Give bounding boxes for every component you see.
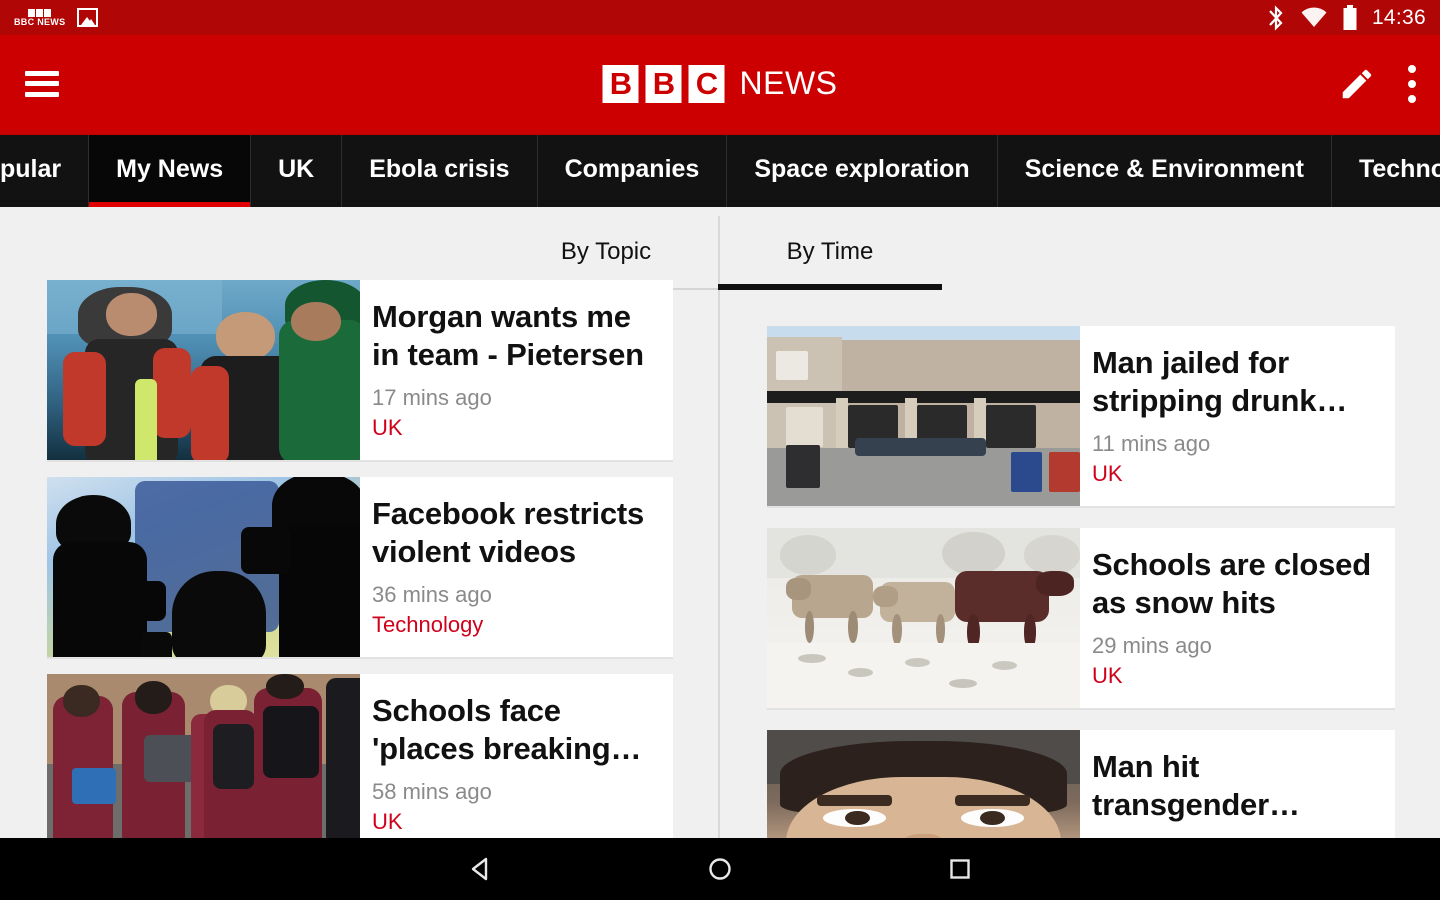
tab-label: Ebola crisis bbox=[369, 155, 510, 183]
article-card[interactable]: Schools are closed as snow hits 29 mins … bbox=[767, 528, 1395, 709]
tab-ebola-crisis[interactable]: Ebola crisis bbox=[342, 132, 538, 207]
article-timestamp: 17 mins ago bbox=[372, 384, 492, 410]
article-timestamp: 29 mins ago bbox=[1092, 632, 1212, 658]
tab-companies[interactable]: Companies bbox=[538, 132, 728, 207]
sub-tab-underline bbox=[718, 284, 942, 290]
category-tab-bar[interactable]: pular My News UK Ebola crisis Companies … bbox=[0, 132, 1440, 207]
overflow-menu-icon[interactable] bbox=[1404, 61, 1416, 107]
by-time-article-list: Man jailed for stripping drunk… 11 mins … bbox=[720, 326, 1440, 838]
sub-tab-by-time[interactable]: By Time bbox=[718, 216, 942, 290]
article-card[interactable]: Facebook restricts violent videos 36 min… bbox=[47, 477, 673, 658]
article-card[interactable]: Man hit transgender… bbox=[767, 730, 1395, 838]
article-thumbnail-ponies-in-snow bbox=[767, 528, 1080, 708]
article-card[interactable]: Schools face 'places breaking… 58 mins a… bbox=[47, 674, 673, 838]
article-thumbnail-facebook-silhouettes bbox=[47, 477, 360, 657]
article-category: Technology bbox=[372, 611, 484, 637]
status-bar: BBC NEWS 14:36 bbox=[0, 0, 1440, 35]
article-category: UK bbox=[1092, 460, 1123, 486]
tab-popular[interactable]: pular bbox=[0, 132, 90, 207]
android-screen: BBC NEWS 14:36 B B C NEWS pular My News … bbox=[0, 0, 1440, 900]
article-text: Morgan wants me in team - Pietersen 17 m… bbox=[360, 280, 673, 460]
article-category: UK bbox=[1092, 662, 1123, 688]
bbc-news-logo: B B C NEWS bbox=[602, 64, 838, 103]
article-text: Man jailed for stripping drunk… 11 mins … bbox=[1080, 326, 1395, 506]
article-headline: Schools are closed as snow hits bbox=[1092, 547, 1371, 620]
image-download-notification-icon bbox=[77, 8, 99, 27]
battery-icon bbox=[1342, 4, 1358, 31]
home-circle-icon[interactable] bbox=[600, 854, 840, 884]
logo-letter-b2: B bbox=[645, 64, 682, 103]
article-category: UK bbox=[372, 414, 403, 440]
article-card[interactable]: Man jailed for stripping drunk… 11 mins … bbox=[767, 326, 1395, 507]
article-headline: Facebook restricts violent videos bbox=[372, 496, 645, 569]
android-navigation-bar bbox=[0, 838, 1440, 900]
article-thumbnail-coopers-shopfront bbox=[767, 326, 1080, 506]
tab-label: Companies bbox=[564, 155, 700, 183]
sub-tab-by-topic[interactable]: By Topic bbox=[494, 216, 718, 290]
article-text: Man hit transgender… bbox=[1080, 730, 1395, 838]
by-topic-article-list: Morgan wants me in team - Pietersen 17 m… bbox=[0, 280, 718, 838]
tab-space-exploration[interactable]: Space exploration bbox=[727, 132, 998, 207]
article-category: UK bbox=[372, 808, 403, 834]
recents-square-icon[interactable] bbox=[840, 854, 1080, 884]
sub-tab-label: By Topic bbox=[560, 238, 652, 265]
article-headline: Morgan wants me in team - Pietersen bbox=[372, 299, 644, 372]
app-bar: B B C NEWS bbox=[0, 35, 1440, 132]
tab-label: pular bbox=[0, 155, 62, 183]
status-bar-clock: 14:36 bbox=[1371, 5, 1426, 29]
status-bar-notifications: BBC NEWS bbox=[14, 8, 99, 27]
article-timestamp: 11 mins ago bbox=[1092, 430, 1211, 456]
article-text: Schools face 'places breaking… 58 mins a… bbox=[360, 674, 673, 838]
article-text: Schools are closed as snow hits 29 mins … bbox=[1080, 528, 1395, 708]
tab-label: Space exploration bbox=[754, 155, 970, 183]
article-thumbnail-man-face bbox=[767, 730, 1080, 838]
tab-science-environment[interactable]: Science & Environment bbox=[998, 132, 1332, 207]
article-card[interactable]: Morgan wants me in team - Pietersen 17 m… bbox=[47, 280, 673, 461]
wifi-icon bbox=[1300, 6, 1328, 29]
pencil-edit-icon[interactable] bbox=[1338, 65, 1376, 103]
article-headline: Schools face 'places breaking… bbox=[372, 693, 642, 766]
article-text: Facebook restricts violent videos 36 min… bbox=[360, 477, 673, 657]
article-headline: Man jailed for stripping drunk… bbox=[1092, 345, 1348, 418]
tab-label: Technology bbox=[1358, 155, 1440, 183]
tab-label: Science & Environment bbox=[1024, 155, 1304, 183]
bluetooth-icon bbox=[1266, 4, 1286, 31]
logo-letter-b1: B bbox=[602, 64, 639, 103]
news-content-area: By Topic By Time Morgan wants me in team… bbox=[0, 207, 1440, 838]
article-thumbnail-cricket-players bbox=[47, 280, 360, 460]
hamburger-menu-icon[interactable] bbox=[25, 70, 59, 97]
bbc-news-notification-icon: BBC NEWS bbox=[14, 8, 66, 27]
tab-label: UK bbox=[278, 155, 315, 183]
logo-letter-c: C bbox=[688, 64, 725, 103]
back-triangle-icon[interactable] bbox=[360, 854, 600, 884]
app-bar-actions bbox=[1338, 61, 1440, 107]
article-headline: Man hit transgender… bbox=[1092, 749, 1300, 822]
logo-word-news: NEWS bbox=[739, 65, 838, 101]
status-bar-system-icons: 14:36 bbox=[1266, 4, 1426, 31]
article-timestamp: 36 mins ago bbox=[372, 581, 492, 607]
sort-sub-tabs[interactable]: By Topic By Time bbox=[494, 216, 942, 290]
tab-technology[interactable]: Technology bbox=[1332, 132, 1440, 207]
tab-label: My News bbox=[116, 155, 224, 183]
bbc-news-notification-label: BBC NEWS bbox=[14, 16, 66, 27]
tab-uk[interactable]: UK bbox=[251, 132, 343, 207]
article-timestamp: 58 mins ago bbox=[372, 778, 492, 804]
sub-tab-label: By Time bbox=[786, 238, 874, 265]
article-thumbnail-school-children bbox=[47, 674, 360, 838]
tab-my-news[interactable]: My News bbox=[89, 132, 252, 207]
